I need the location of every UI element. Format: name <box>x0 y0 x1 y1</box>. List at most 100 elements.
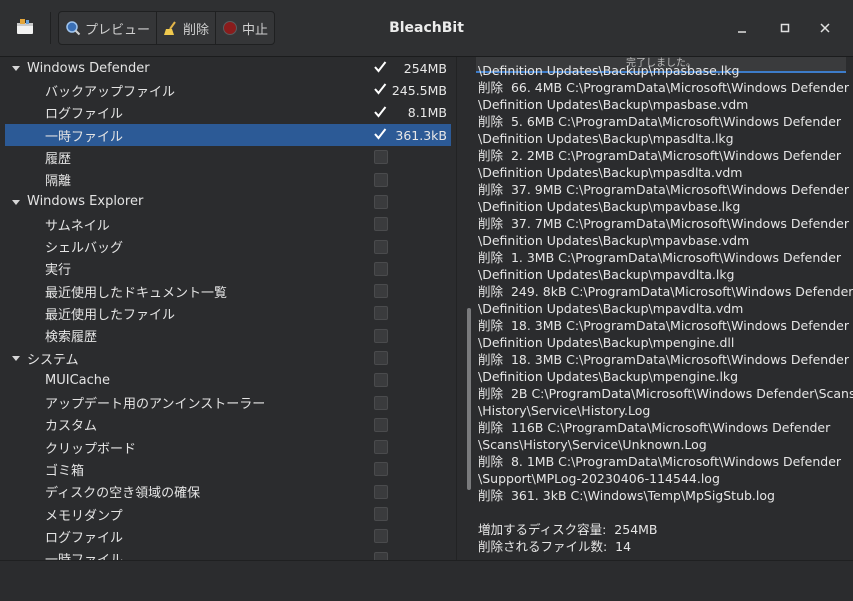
tree-item[interactable]: サムネイル <box>5 213 451 235</box>
tree-item[interactable]: 一時ファイル 361.3kB <box>5 123 451 147</box>
preview-button[interactable]: プレビュー <box>59 12 158 44</box>
checkmark-icon <box>374 83 387 96</box>
log-scrollbar[interactable] <box>467 308 471 490</box>
log-line: \Definition Updates\Backup\mpavdlta.vdm <box>478 301 744 316</box>
tree-item[interactable]: 最近使用したファイル <box>5 302 451 324</box>
tree-item[interactable]: クリップボード <box>5 436 451 458</box>
tree-item[interactable]: MUICache <box>5 369 451 391</box>
log-line: 削除 8. 1MB C:\ProgramData\Microsoft\Windo… <box>478 454 842 469</box>
size-value: 254MB <box>403 60 447 76</box>
tree-checkbox[interactable] <box>374 83 387 96</box>
tree-checkbox[interactable] <box>374 61 387 74</box>
cleaner-tree[interactable]: Windows Defender 254MB バックアップファイル 245.5MB ログ… <box>5 57 451 561</box>
tree-item[interactable]: バックアップファイル 245.5MB <box>5 79 451 101</box>
preview-label: プレビュー <box>85 22 151 38</box>
tree-label: クリップボード <box>45 441 137 457</box>
tree-label: ログファイル <box>45 107 124 123</box>
tree-category[interactable]: システム <box>5 347 451 369</box>
log-text: \Definition Updates\Backup\mpasbase.lkg 削… <box>478 62 853 555</box>
pane-divider[interactable] <box>456 57 465 560</box>
tree-checkbox[interactable] <box>374 507 388 522</box>
tree-checkbox[interactable] <box>374 440 388 455</box>
tree-label: シェルバッグ <box>45 241 124 257</box>
log-line: 削除 18. 3MB C:\ProgramData\Microsoft\Wind… <box>478 318 849 333</box>
tree-label: 隔離 <box>45 174 72 190</box>
tree-item[interactable]: 隔離 <box>5 168 451 190</box>
tree-item[interactable]: カスタム <box>5 414 451 436</box>
tree-checkbox[interactable] <box>374 239 388 254</box>
broom-icon <box>164 21 176 35</box>
tree-checkbox[interactable] <box>374 172 388 187</box>
maximize-button[interactable] <box>773 16 797 40</box>
tree-item[interactable]: メモリダンプ <box>5 503 451 525</box>
minimize-button[interactable] <box>730 16 754 40</box>
tree-item[interactable]: ゴミ箱 <box>5 458 451 480</box>
titlebar: プレビュー 削除 中止 BleachBit <box>0 0 853 57</box>
tree-item[interactable]: 一時ファイル <box>5 548 451 560</box>
log-line: \Definition Updates\Backup\mpasbase.lkg <box>478 63 740 78</box>
log-line: 削除されるファイル数: 14 <box>478 539 632 554</box>
tree-checkbox[interactable] <box>374 417 388 432</box>
close-icon <box>820 23 830 33</box>
log-line: 削除 361. 3kB C:\Windows\Temp\MpSigStub.lo… <box>478 488 775 503</box>
tree-checkbox[interactable] <box>374 529 388 544</box>
tree-label: MUICache <box>45 372 110 388</box>
minimize-icon <box>738 31 746 33</box>
tree-label: 最近使用したドキュメント一覧 <box>45 285 228 301</box>
log-line: 削除 249. 8kB C:\ProgramData\Microsoft\Win… <box>478 284 853 299</box>
delete-label: 削除 <box>183 22 210 38</box>
tree-category[interactable]: Windows Defender 254MB <box>5 57 451 79</box>
expand-arrow-icon[interactable] <box>10 196 22 208</box>
tree-checkbox[interactable] <box>374 106 387 119</box>
tree-item[interactable]: シェルバッグ <box>5 235 451 257</box>
size-value: 8.1MB <box>407 105 447 121</box>
maximize-icon <box>780 23 790 33</box>
tree-checkbox[interactable] <box>374 217 388 232</box>
tree-item[interactable]: ログファイル <box>5 525 451 547</box>
tree-checkbox[interactable] <box>374 351 388 365</box>
checkmark-icon <box>374 61 387 73</box>
stop-icon <box>223 21 238 35</box>
tree-checkbox[interactable] <box>374 194 388 209</box>
stop-button[interactable]: 中止 <box>216 12 274 44</box>
bleachbit-menu-icon[interactable] <box>14 16 36 38</box>
tree-label: システム <box>27 352 79 368</box>
log-line: 削除 66. 4MB C:\ProgramData\Microsoft\Wind… <box>478 80 849 95</box>
tree-label: ログファイル <box>45 530 124 546</box>
tree-item[interactable]: ディスクの空き領域の確保 <box>5 481 451 503</box>
tree-checkbox[interactable] <box>374 306 388 321</box>
tree-checkbox[interactable] <box>374 484 388 499</box>
expand-arrow-icon[interactable] <box>10 352 22 364</box>
tree-item[interactable]: アップデート用のアンインストーラー <box>5 391 451 413</box>
toolbar-separator <box>50 12 51 44</box>
close-button[interactable] <box>813 16 837 40</box>
tree-item[interactable]: 実行 <box>5 258 451 280</box>
magnifier-icon <box>66 21 81 36</box>
tree-checkbox[interactable] <box>374 328 388 343</box>
tree-checkbox[interactable] <box>374 462 388 477</box>
log-line: \Support\MPLog-20230406-114544.log <box>478 471 720 486</box>
expand-arrow-icon[interactable] <box>10 62 22 74</box>
tree-category[interactable]: Windows Explorer <box>5 191 451 213</box>
log-line: \Definition Updates\Backup\mpavbase.vdm <box>478 233 750 248</box>
checkmark-icon <box>374 106 387 118</box>
tree-checkbox[interactable] <box>374 128 387 141</box>
log-line: \Definition Updates\Backup\mpasdlta.lkg <box>478 131 734 146</box>
tree-checkbox[interactable] <box>374 373 388 388</box>
tree-checkbox[interactable] <box>374 284 388 299</box>
tree-label: カスタム <box>45 419 98 435</box>
tree-item[interactable]: ログファイル 8.1MB <box>5 102 451 124</box>
tree-item[interactable]: 検索履歴 <box>5 325 451 347</box>
tree-checkbox[interactable] <box>374 150 388 165</box>
log-pane: 完了しました。 \Definition Updates\Backup\mpasb… <box>476 57 853 560</box>
delete-button[interactable]: 削除 <box>157 12 217 44</box>
tree-item[interactable]: 履歴 <box>5 146 451 168</box>
tree-checkbox[interactable] <box>374 395 388 410</box>
tree-checkbox[interactable] <box>374 261 388 276</box>
log-line: 削除 2B C:\ProgramData\Microsoft\Windows D… <box>478 386 853 401</box>
log-line: 削除 18. 3MB C:\ProgramData\Microsoft\Wind… <box>478 352 849 367</box>
size-value: 361.3kB <box>395 127 447 143</box>
tree-label: ゴミ箱 <box>45 463 85 479</box>
tree-item[interactable]: 最近使用したドキュメント一覧 <box>5 280 451 302</box>
